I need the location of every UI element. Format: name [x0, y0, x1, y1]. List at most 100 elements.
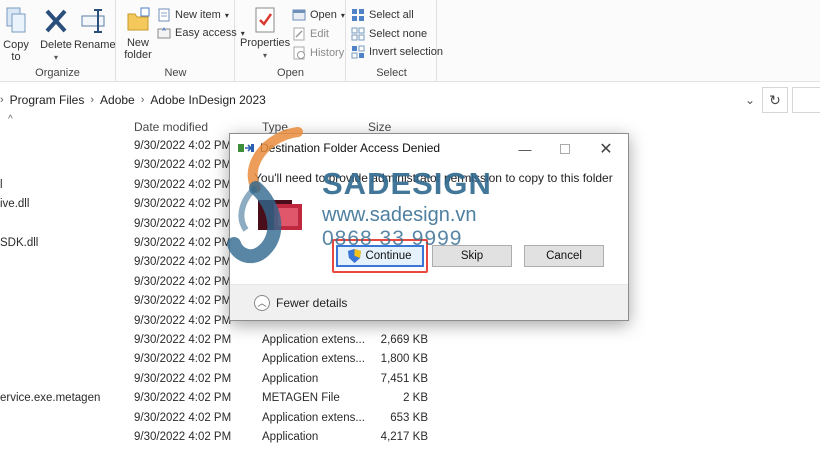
delete-label: Delete [40, 39, 72, 51]
skip-label: Skip [460, 250, 484, 262]
table-row[interactable]: 9/30/2022 4:02 PM Application 4,217 KB [0, 429, 820, 448]
date-modified-cell: 9/30/2022 4:02 PM [134, 178, 232, 191]
size-cell: 4,217 KB [380, 431, 428, 443]
file-name-cell: SDK.dll [0, 237, 39, 249]
date-modified-cell: 9/30/2022 4:02 PM [134, 334, 232, 346]
address-history-chevron-down-icon[interactable]: ⌄ [740, 88, 760, 112]
cancel-label: Cancel [546, 250, 582, 262]
open-icon [292, 9, 306, 21]
select-all-button[interactable]: Select all [351, 8, 414, 22]
maximize-icon[interactable] [550, 138, 580, 160]
skip-button[interactable]: Skip [432, 245, 512, 267]
date-modified-cell: 9/30/2022 4:02 PM [134, 237, 232, 249]
history-icon [293, 46, 305, 60]
breadcrumb-separator-icon: › [90, 94, 95, 106]
dialog-message: You'll need to provide administrator per… [254, 171, 613, 185]
ribbon-group-select: Select all Select none Invert selection … [347, 0, 443, 82]
new-item-button[interactable]: New item ▾ [157, 8, 229, 22]
column-header-date-modified[interactable]: Date modified [134, 120, 208, 138]
select-none-icon [351, 27, 365, 41]
date-modified-cell: 9/30/2022 4:02 PM [134, 353, 232, 366]
breadcrumb-adobe[interactable]: Adobe [100, 93, 135, 107]
type-cell: Application extens... [262, 353, 365, 366]
invert-selection-icon [351, 45, 365, 59]
easy-access-icon [157, 27, 171, 39]
history-label: History [310, 47, 345, 59]
size-cell: 2 KB [403, 392, 428, 405]
type-cell: METAGEN File [262, 392, 340, 405]
table-row[interactable]: ervice.exe.metagen 9/30/2022 4:02 PM METAG… [0, 390, 820, 409]
size-cell: 1,800 KB [380, 353, 428, 366]
dialog-title: Destination Folder Access Denied [260, 141, 441, 155]
date-modified-cell: 9/30/2022 4:02 PM [134, 256, 232, 269]
select-none-label: Select none [369, 28, 428, 40]
table-row[interactable]: 9/30/2022 4:02 PM Application 7,451 KB [0, 371, 820, 390]
minimize-icon[interactable]: — [510, 138, 540, 160]
sort-ascending-icon: ^ [8, 114, 13, 125]
close-icon[interactable]: ✕ [591, 138, 621, 160]
date-modified-cell: 9/30/2022 4:02 PM [134, 140, 232, 152]
cancel-button[interactable]: Cancel [524, 245, 604, 267]
table-row[interactable]: 9/30/2022 4:02 PM Application extens... 1,… [0, 351, 820, 370]
edit-button[interactable]: Edit [292, 27, 329, 41]
open-button[interactable]: Open ▾ [292, 8, 345, 22]
open-label: Open [310, 9, 337, 21]
organize-group-label: Organize [35, 67, 80, 79]
date-modified-cell: 9/30/2022 4:02 PM [134, 275, 232, 288]
date-modified-cell: 9/30/2022 4:02 PM [134, 314, 232, 327]
size-cell: 2,669 KB [380, 334, 428, 346]
date-modified-cell: 9/30/2022 4:02 PM [134, 217, 232, 230]
chevron-up-icon: ︿ [254, 294, 270, 311]
indesign-file-icon [258, 200, 302, 230]
delete-dropdown-arrow[interactable]: ▾ [40, 52, 72, 64]
ribbon: Copy to Delete ▾ Rename Organize New fol… [0, 0, 820, 82]
breadcrumb-separator-icon: › [0, 94, 4, 106]
select-none-button[interactable]: Select none [351, 27, 427, 41]
date-modified-cell: 9/30/2022 4:02 PM [134, 372, 232, 385]
dialog-title-bar: Destination Folder Access Denied [238, 141, 440, 155]
new-item-icon [158, 8, 170, 22]
delete-button[interactable]: Delete ▾ [40, 6, 72, 64]
open-chevron-down-icon: ▾ [340, 10, 345, 20]
date-modified-cell: 9/30/2022 4:02 PM [134, 392, 232, 405]
properties-button[interactable]: Properties ▾ [240, 6, 290, 62]
continue-highlight-frame [332, 239, 428, 273]
properties-icon [255, 7, 275, 33]
rename-label: Rename [74, 39, 116, 51]
table-row[interactable]: 9/30/2022 4:02 PM Application extens... 2,… [0, 332, 820, 351]
new-folder-label: New folder [124, 37, 152, 61]
new-folder-button[interactable]: New folder [123, 6, 153, 61]
invert-selection-label: Invert selection [369, 46, 443, 58]
file-name-cell: ervice.exe.metagen [0, 392, 101, 405]
select-all-icon [352, 9, 364, 21]
access-denied-dialog: Destination Folder Access Denied — ✕ You… [229, 133, 629, 321]
copy-to-button[interactable]: Copy to [2, 6, 30, 63]
fewer-details-toggle[interactable]: ︿ Fewer details [230, 284, 628, 320]
ribbon-group-open: Properties ▾ Open ▾ Edit History Open [236, 0, 346, 82]
new-folder-icon [127, 7, 150, 31]
search-input[interactable] [792, 87, 820, 113]
file-move-icon [238, 144, 254, 152]
properties-label: Properties [240, 37, 291, 49]
history-button[interactable]: History [292, 46, 344, 60]
type-cell: Application extens... [262, 411, 365, 424]
address-bar[interactable]: › Program Files › Adobe › Adobe InDesign… [0, 88, 762, 112]
new-group-label: New [164, 67, 187, 79]
refresh-icon[interactable]: ↻ [762, 87, 788, 113]
copy-to-label: Copy to [3, 39, 29, 63]
size-cell: 7,451 KB [380, 372, 428, 385]
breadcrumb-program-files[interactable]: Program Files [10, 93, 85, 107]
fewer-details-label: Fewer details [276, 295, 348, 310]
properties-dropdown-arrow[interactable]: ▾ [240, 50, 290, 62]
invert-selection-button[interactable]: Invert selection [351, 45, 443, 59]
edit-icon [293, 27, 305, 41]
type-cell: Application extens... [262, 334, 365, 346]
breadcrumb-separator-icon: › [140, 94, 145, 106]
ribbon-group-new: New folder New item ▾ Easy access ▾ New [117, 0, 245, 82]
table-row[interactable]: 9/30/2022 4:02 PM Application extens... 65… [0, 410, 820, 429]
new-item-chevron-down-icon: ▾ [224, 10, 229, 20]
rename-button[interactable]: Rename [74, 6, 116, 51]
easy-access-button[interactable]: Easy access ▾ [157, 26, 245, 40]
new-item-label: New item [175, 9, 221, 21]
breadcrumb-adobe-indesign-2023[interactable]: Adobe InDesign 2023 [150, 93, 265, 107]
